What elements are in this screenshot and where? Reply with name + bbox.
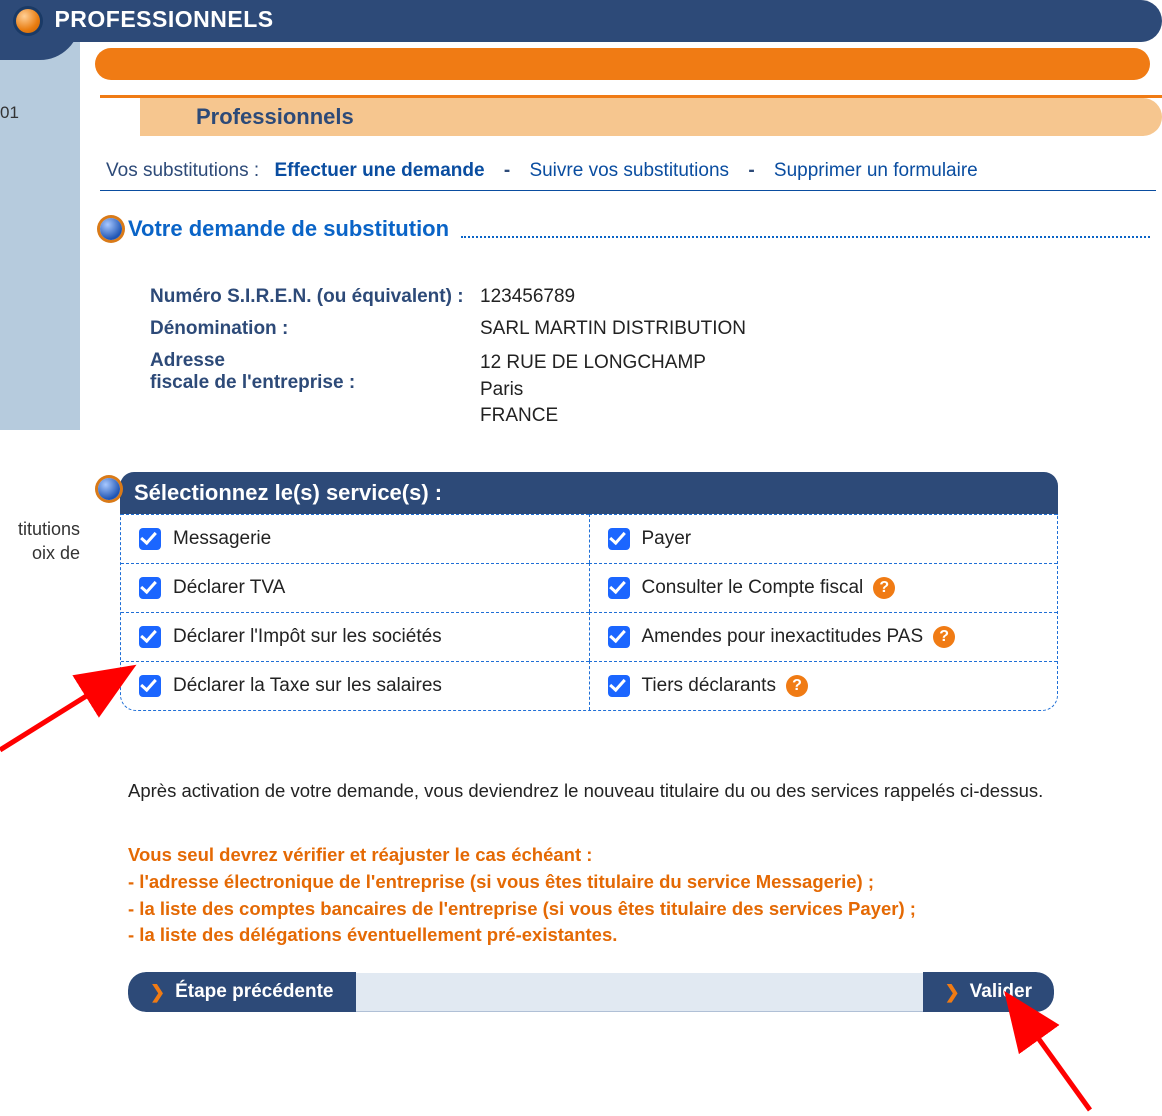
service-label: Consulter le Compte fiscal bbox=[642, 577, 864, 599]
address-line2: Paris bbox=[480, 377, 706, 404]
sidebar-text: titutions oix de bbox=[0, 517, 80, 566]
sub-band-bg: Professionnels bbox=[140, 98, 1162, 136]
company-info: Numéro S.I.R.E.N. (ou équivalent) : 1234… bbox=[150, 286, 746, 440]
section-heading: Votre demande de substitution bbox=[100, 216, 1150, 242]
address-line3: FRANCE bbox=[480, 403, 706, 430]
tab-sep: - bbox=[748, 160, 754, 181]
help-icon[interactable]: ? bbox=[933, 626, 955, 648]
service-label: Payer bbox=[642, 528, 692, 550]
name-value: SARL MARTIN DISTRIBUTION bbox=[480, 318, 746, 340]
service-amendes-pas: Amendes pour inexactitudes PAS ? bbox=[589, 612, 1058, 661]
checkbox-amendes-pas[interactable] bbox=[608, 626, 630, 648]
chevron-right-icon: ❯ bbox=[150, 982, 165, 1003]
header-bullet-icon bbox=[16, 9, 40, 33]
sidebar-number: 01 bbox=[0, 103, 19, 123]
validate-label: Valider bbox=[970, 981, 1032, 1003]
sub-band-label: Professionnels bbox=[196, 104, 354, 130]
services-panel-header: Sélectionnez le(s) service(s) : bbox=[120, 472, 1058, 514]
sidebar-text-line1: titutions bbox=[18, 519, 80, 539]
explanatory-text: Après activation de votre demande, vous … bbox=[128, 780, 1148, 802]
section-dotted-line bbox=[461, 236, 1150, 238]
button-bar: ❯ Étape précédente ❯ Valider bbox=[128, 972, 1054, 1012]
prev-step-button[interactable]: ❯ Étape précédente bbox=[128, 972, 356, 1012]
address-label-l2: fiscale de l'entreprise : bbox=[150, 372, 355, 393]
service-label: Tiers déclarants bbox=[642, 675, 776, 697]
service-declarer-tva: Déclarer TVA bbox=[121, 563, 589, 612]
service-messagerie: Messagerie bbox=[121, 514, 589, 563]
checkbox-tiers-declarants[interactable] bbox=[608, 675, 630, 697]
service-tiers-declarants: Tiers déclarants ? bbox=[589, 661, 1058, 710]
sub-links-lead: Vos substitutions : bbox=[106, 160, 259, 181]
globe-icon bbox=[100, 218, 122, 240]
top-header-bar: PROFESSIONNELS bbox=[0, 0, 1162, 42]
checkbox-taxe-salaires[interactable] bbox=[139, 675, 161, 697]
checkbox-payer[interactable] bbox=[608, 528, 630, 550]
service-label: Amendes pour inexactitudes PAS bbox=[642, 626, 924, 648]
help-icon[interactable]: ? bbox=[786, 675, 808, 697]
tab-suivre-substitutions[interactable]: Suivre vos substitutions bbox=[529, 160, 729, 181]
checkbox-declarer-tva[interactable] bbox=[139, 577, 161, 599]
checkbox-messagerie[interactable] bbox=[139, 528, 161, 550]
left-sidebar bbox=[0, 0, 80, 430]
tab-supprimer-formulaire[interactable]: Supprimer un formulaire bbox=[774, 160, 978, 181]
help-icon[interactable]: ? bbox=[873, 577, 895, 599]
warning-line1: Vous seul devrez vérifier et réajuster l… bbox=[128, 842, 1148, 869]
siren-value: 123456789 bbox=[480, 286, 575, 308]
prev-step-label: Étape précédente bbox=[175, 981, 333, 1003]
services-panel: Sélectionnez le(s) service(s) : Messager… bbox=[120, 472, 1058, 711]
service-label: Déclarer TVA bbox=[173, 577, 285, 599]
service-taxe-salaires: Déclarer la Taxe sur les salaires bbox=[121, 661, 589, 710]
sub-links: Vos substitutions : Effectuer une demand… bbox=[100, 160, 1156, 191]
section: Votre demande de substitution bbox=[100, 216, 1150, 242]
warning-line3: - la liste des comptes bancaires de l'en… bbox=[128, 896, 1148, 923]
tab-sep: - bbox=[504, 160, 510, 181]
orange-ribbon bbox=[95, 48, 1150, 80]
address-label-l1: Adresse bbox=[150, 350, 225, 371]
info-row-name: Dénomination : SARL MARTIN DISTRIBUTION bbox=[150, 318, 746, 340]
checkbox-impot-societes[interactable] bbox=[139, 626, 161, 648]
header-title: PROFESSIONNELS bbox=[54, 6, 273, 33]
service-payer: Payer bbox=[589, 514, 1058, 563]
info-row-siren: Numéro S.I.R.E.N. (ou équivalent) : 1234… bbox=[150, 286, 746, 308]
address-value: 12 RUE DE LONGCHAMP Paris FRANCE bbox=[480, 350, 706, 430]
service-label: Déclarer l'Impôt sur les sociétés bbox=[173, 626, 442, 648]
sub-band: Professionnels bbox=[100, 95, 1162, 142]
service-label: Messagerie bbox=[173, 528, 271, 550]
globe-icon bbox=[98, 478, 120, 500]
info-row-address: Adresse fiscale de l'entreprise : 12 RUE… bbox=[150, 350, 746, 430]
warning-text: Vous seul devrez vérifier et réajuster l… bbox=[128, 842, 1148, 949]
sidebar-text-line2: oix de bbox=[32, 543, 80, 563]
tab-effectuer-demande[interactable]: Effectuer une demande bbox=[274, 160, 484, 181]
button-bar-spacer bbox=[356, 972, 923, 1012]
warning-line2: - l'adresse électronique de l'entreprise… bbox=[128, 869, 1148, 896]
validate-button[interactable]: ❯ Valider bbox=[923, 972, 1054, 1012]
address-label: Adresse fiscale de l'entreprise : bbox=[150, 350, 480, 430]
service-label: Déclarer la Taxe sur les salaires bbox=[173, 675, 442, 697]
section-title: Votre demande de substitution bbox=[128, 216, 449, 242]
name-label: Dénomination : bbox=[150, 318, 480, 340]
service-compte-fiscal: Consulter le Compte fiscal ? bbox=[589, 563, 1058, 612]
checkbox-compte-fiscal[interactable] bbox=[608, 577, 630, 599]
service-impot-societes: Déclarer l'Impôt sur les sociétés bbox=[121, 612, 589, 661]
siren-label: Numéro S.I.R.E.N. (ou équivalent) : bbox=[150, 286, 480, 308]
services-grid: Messagerie Payer Déclarer TVA Consulter … bbox=[120, 514, 1058, 711]
chevron-right-icon: ❯ bbox=[945, 982, 960, 1003]
warning-line4: - la liste des délégations éventuellemen… bbox=[128, 922, 1148, 949]
address-line1: 12 RUE DE LONGCHAMP bbox=[480, 350, 706, 377]
